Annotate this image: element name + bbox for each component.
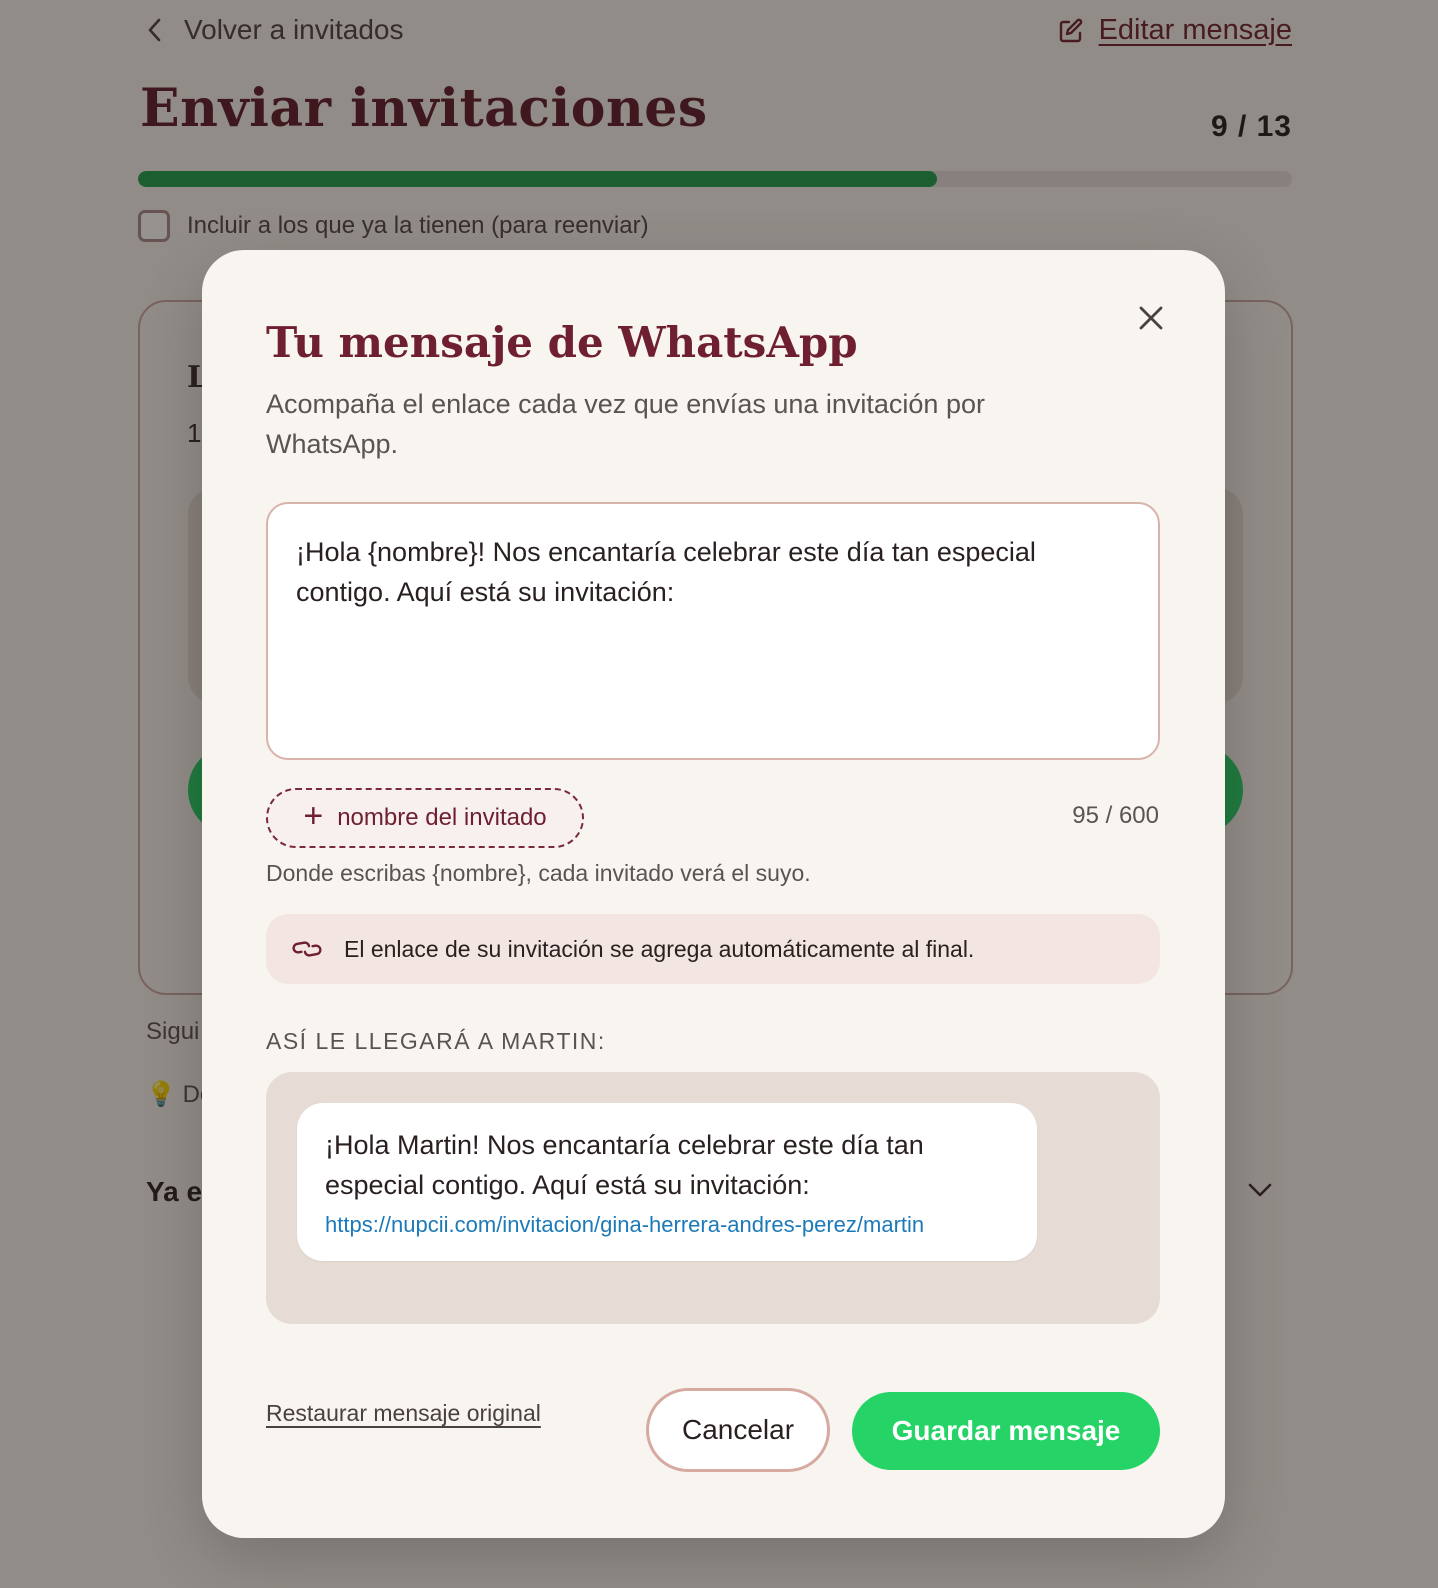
link-notice-text: El enlace de su invitación se agrega aut… [344,935,975,962]
message-preview: ¡Hola Martin! Nos encantaría celebrar es… [266,1072,1160,1324]
message-textarea[interactable] [266,502,1160,760]
invitation-link[interactable]: https://nupcii.com/invitacion/gina-herre… [325,1209,1009,1241]
restore-original-message-link[interactable]: Restaurar mensaje original [266,1400,541,1427]
link-appended-notice: El enlace de su invitación se agrega aut… [266,914,1160,984]
insert-guest-name-label: nombre del invitado [337,804,547,831]
dialog-subtitle: Acompaña el enlace cada vez que envías u… [266,389,985,459]
plus-icon: + [303,797,324,835]
save-message-button[interactable]: Guardar mensaje [852,1392,1160,1470]
preview-heading: ASÍ LE LLEGARÁ A MARTIN: [266,1028,606,1054]
close-icon [1139,306,1163,330]
whatsapp-message-dialog: Tu mensaje de WhatsApp Acompaña el enlac… [202,250,1225,1538]
character-counter: 95 / 600 [1072,802,1159,829]
insert-guest-name-button[interactable]: + nombre del invitado [266,788,584,848]
name-placeholder-hint: Donde escribas {nombre}, cada invitado v… [266,860,811,886]
link-icon [292,941,322,957]
preview-message-bubble: ¡Hola Martin! Nos encantaría celebrar es… [297,1103,1037,1261]
dialog-title: Tu mensaje de WhatsApp [266,318,858,367]
close-button[interactable] [1131,298,1171,338]
preview-message-text: ¡Hola Martin! Nos encantaría celebrar es… [325,1130,924,1200]
cancel-button[interactable]: Cancelar [646,1388,830,1472]
